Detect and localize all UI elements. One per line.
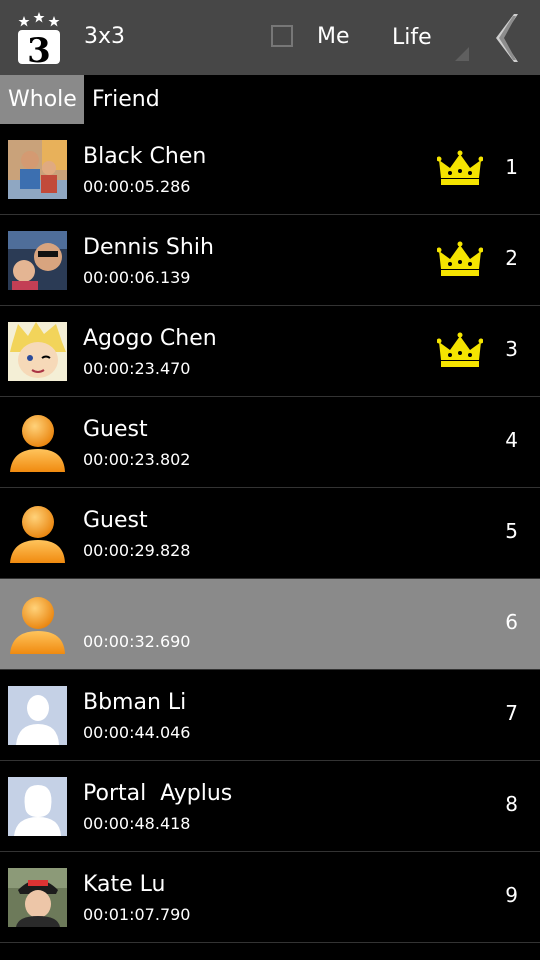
default-male-avatar-icon bbox=[8, 686, 67, 745]
tab-friend[interactable]: Friend bbox=[84, 75, 168, 124]
scope-tabs: Whole Friend bbox=[0, 75, 540, 124]
player-time: 00:00:48.418 bbox=[83, 814, 191, 833]
player-name: Dennis Shih bbox=[83, 235, 214, 260]
player-time: 00:00:29.828 bbox=[83, 541, 191, 560]
leaderboard-row[interactable]: Guest 00:00:29.828 5 bbox=[0, 488, 540, 579]
player-time: 00:00:23.470 bbox=[83, 359, 191, 378]
leaderboard-row-current-user[interactable]: 00:00:32.690 6 bbox=[0, 579, 540, 670]
avatar-photo-selfie bbox=[8, 231, 67, 290]
avatar-photo-woman bbox=[8, 868, 67, 927]
player-name: Agogo Chen bbox=[83, 326, 217, 351]
crown-icon bbox=[437, 150, 483, 185]
player-time: 00:00:32.690 bbox=[83, 632, 191, 651]
rank-number: 1 bbox=[505, 155, 518, 179]
player-time: 00:00:44.046 bbox=[83, 723, 191, 742]
rank-number: 2 bbox=[505, 246, 518, 270]
tab-whole[interactable]: Whole bbox=[0, 75, 84, 124]
player-time: 00:00:06.139 bbox=[83, 268, 191, 287]
guest-avatar-icon bbox=[10, 415, 65, 472]
me-checkbox[interactable] bbox=[271, 25, 293, 47]
rank-number: 9 bbox=[505, 883, 518, 907]
app-title: 3x3 bbox=[84, 24, 126, 49]
leaderboard-row[interactable]: Black Chen 00:00:05.286 1 bbox=[0, 124, 540, 215]
avatar-anime-boy bbox=[8, 322, 67, 381]
rank-number: 3 bbox=[505, 337, 518, 361]
player-name: Guest bbox=[83, 508, 148, 533]
mode-dropdown[interactable]: Life bbox=[392, 25, 432, 50]
avatar-photo-family bbox=[8, 140, 67, 199]
leaderboard-list: Black Chen 00:00:05.286 1 Dennis Shih 00… bbox=[0, 124, 540, 943]
leaderboard-row[interactable]: Kate Lu 00:01:07.790 9 bbox=[0, 852, 540, 943]
player-name: Bbman Li bbox=[83, 690, 187, 715]
guest-avatar-icon bbox=[10, 506, 65, 563]
crown-icon bbox=[437, 332, 483, 367]
player-name: Guest bbox=[83, 417, 148, 442]
dropdown-corner-icon[interactable] bbox=[455, 47, 469, 61]
player-name: Kate Lu bbox=[83, 872, 166, 897]
leaderboard-row[interactable]: Dennis Shih 00:00:06.139 2 bbox=[0, 215, 540, 306]
crown-icon bbox=[437, 241, 483, 276]
player-time: 00:00:23.802 bbox=[83, 450, 191, 469]
player-time: 00:00:05.286 bbox=[83, 177, 191, 196]
rank-number: 5 bbox=[505, 519, 518, 543]
app-logo-icon: 3 bbox=[18, 12, 60, 68]
player-time: 00:01:07.790 bbox=[83, 905, 191, 924]
top-bar: 3 3x3 Me Life bbox=[0, 0, 540, 75]
leaderboard-row[interactable]: Guest 00:00:23.802 4 bbox=[0, 397, 540, 488]
guest-avatar-icon bbox=[10, 597, 65, 654]
rank-number: 7 bbox=[505, 701, 518, 725]
rank-number: 6 bbox=[505, 610, 518, 634]
svg-text:3: 3 bbox=[27, 31, 51, 68]
leaderboard-row[interactable]: Portal Ayplus 00:00:48.418 8 bbox=[0, 761, 540, 852]
default-female-avatar-icon bbox=[8, 777, 67, 836]
leaderboard-row[interactable]: Bbman Li 00:00:44.046 7 bbox=[0, 670, 540, 761]
leaderboard-row[interactable]: Agogo Chen 00:00:23.470 3 bbox=[0, 306, 540, 397]
rank-number: 8 bbox=[505, 792, 518, 816]
back-chevron-icon[interactable] bbox=[494, 14, 518, 62]
me-label[interactable]: Me bbox=[317, 24, 350, 49]
player-name: Portal Ayplus bbox=[83, 781, 233, 806]
rank-number: 4 bbox=[505, 428, 518, 452]
player-name: Black Chen bbox=[83, 144, 207, 169]
